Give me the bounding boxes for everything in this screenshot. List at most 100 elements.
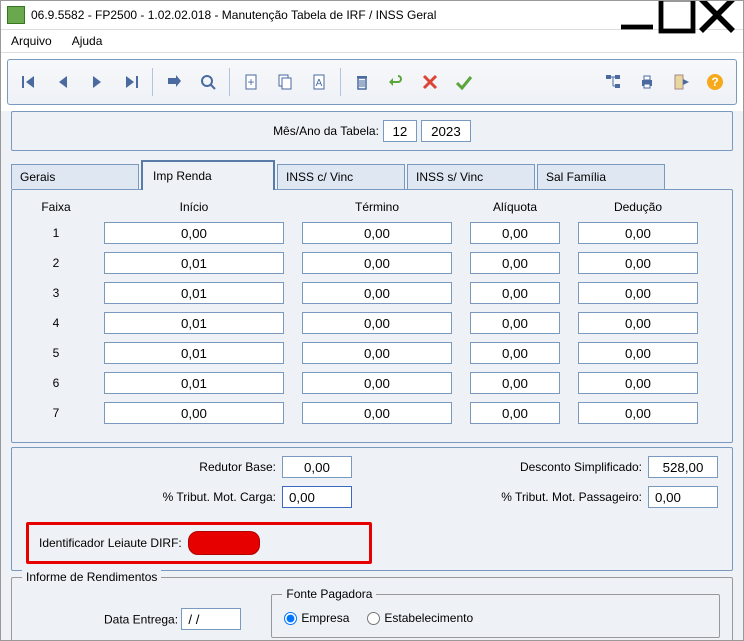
deducao-input[interactable]	[578, 282, 698, 304]
first-button[interactable]	[14, 67, 44, 97]
delete-button[interactable]	[347, 67, 377, 97]
grid-header: Faixa Início Término Alíquota Dedução	[26, 200, 718, 214]
fonte-legend: Fonte Pagadora	[282, 587, 376, 601]
termino-input[interactable]	[302, 402, 452, 424]
last-button[interactable]	[116, 67, 146, 97]
table-row: 6	[26, 372, 718, 394]
inicio-input[interactable]	[104, 342, 284, 364]
table-row: 1	[26, 222, 718, 244]
dirf-highlight: Identificador Leiaute DIRF:	[26, 522, 372, 564]
exit-button[interactable]	[666, 67, 696, 97]
deducao-input[interactable]	[578, 372, 698, 394]
dirf-input[interactable]	[188, 531, 260, 555]
aliquota-input[interactable]	[470, 222, 560, 244]
radio-estab[interactable]: Estabelecimento	[367, 611, 473, 625]
aliquota-input[interactable]	[470, 252, 560, 274]
tab-sal-familia[interactable]: Sal Família	[537, 164, 665, 189]
header-panel: Mês/Ano da Tabela:	[11, 111, 733, 151]
data-entrega-input[interactable]	[181, 608, 241, 630]
deducao-input[interactable]	[578, 402, 698, 424]
radio-empresa[interactable]: Empresa	[284, 611, 349, 625]
inicio-input[interactable]	[104, 402, 284, 424]
menu-ajuda[interactable]: Ajuda	[66, 32, 109, 50]
inicio-input[interactable]	[104, 312, 284, 334]
trib-carga-input[interactable]	[282, 486, 352, 508]
app-icon	[7, 6, 25, 24]
prev-button[interactable]	[48, 67, 78, 97]
search-button[interactable]	[193, 67, 223, 97]
print-button[interactable]	[632, 67, 662, 97]
undo-button[interactable]	[381, 67, 411, 97]
table-row: 2	[26, 252, 718, 274]
data-entrega-label: Data Entrega:	[104, 613, 178, 627]
redutor-input[interactable]	[282, 456, 352, 478]
row-num: 3	[26, 286, 86, 300]
minimize-button[interactable]	[617, 1, 657, 29]
window-title: 06.9.5582 - FP2500 - 1.02.02.018 - Manut…	[31, 8, 617, 22]
deducao-input[interactable]	[578, 342, 698, 364]
maximize-button[interactable]	[657, 1, 697, 29]
trib-pass-label: % Tribut. Mot. Passageiro:	[501, 490, 642, 504]
aliquota-input[interactable]	[470, 372, 560, 394]
termino-input[interactable]	[302, 372, 452, 394]
next-button[interactable]	[82, 67, 112, 97]
tree-button[interactable]	[598, 67, 628, 97]
aliquota-input[interactable]	[470, 312, 560, 334]
mes-input[interactable]	[383, 120, 417, 142]
inicio-input[interactable]	[104, 252, 284, 274]
aliquota-input[interactable]	[470, 342, 560, 364]
aliquota-input[interactable]	[470, 282, 560, 304]
goto-button[interactable]	[159, 67, 189, 97]
titlebar: 06.9.5582 - FP2500 - 1.02.02.018 - Manut…	[1, 1, 743, 30]
row-num: 2	[26, 256, 86, 270]
desc-simpl-input[interactable]	[648, 456, 718, 478]
inicio-input[interactable]	[104, 372, 284, 394]
menu-arquivo[interactable]: Arquivo	[5, 32, 58, 50]
row-num: 1	[26, 226, 86, 240]
deducao-input[interactable]	[578, 252, 698, 274]
trib-pass-input[interactable]	[648, 486, 718, 508]
trib-carga-label: % Tribut. Mot. Carga:	[163, 490, 276, 504]
termino-input[interactable]	[302, 222, 452, 244]
app-window: 06.9.5582 - FP2500 - 1.02.02.018 - Manut…	[0, 0, 744, 641]
desc-simpl-label: Desconto Simplificado:	[520, 460, 642, 474]
new-button[interactable]: +	[236, 67, 266, 97]
cancel-button[interactable]	[415, 67, 445, 97]
table-row: 5	[26, 342, 718, 364]
informe-legend: Informe de Rendimentos	[22, 570, 161, 584]
row-num: 6	[26, 376, 86, 390]
edit-button[interactable]: A	[304, 67, 334, 97]
deducao-input[interactable]	[578, 312, 698, 334]
table-row: 7	[26, 402, 718, 424]
tab-imp-renda[interactable]: Imp Renda	[141, 160, 275, 190]
termino-input[interactable]	[302, 342, 452, 364]
termino-input[interactable]	[302, 282, 452, 304]
row-num: 7	[26, 406, 86, 420]
row-num: 4	[26, 316, 86, 330]
termino-input[interactable]	[302, 312, 452, 334]
table-row: 3	[26, 282, 718, 304]
col-termino: Término	[302, 200, 452, 214]
confirm-button[interactable]	[449, 67, 479, 97]
col-aliquota: Alíquota	[470, 200, 560, 214]
tab-inss-c-vinc[interactable]: INSS c/ Vinc	[277, 164, 405, 189]
tab-inss-s-vinc[interactable]: INSS s/ Vinc	[407, 164, 535, 189]
deducao-input[interactable]	[578, 222, 698, 244]
copy-button[interactable]	[270, 67, 300, 97]
svg-text:A: A	[316, 78, 323, 89]
inicio-input[interactable]	[104, 282, 284, 304]
aliquota-input[interactable]	[470, 402, 560, 424]
table-row: 4	[26, 312, 718, 334]
informe-fieldset: Informe de Rendimentos Data Entrega: Fon…	[11, 577, 733, 641]
close-button[interactable]	[697, 1, 737, 29]
help-button[interactable]: ?	[700, 67, 730, 97]
tab-gerais[interactable]: Gerais	[11, 164, 139, 189]
mesano-label: Mês/Ano da Tabela:	[273, 124, 379, 138]
inicio-input[interactable]	[104, 222, 284, 244]
col-faixa: Faixa	[26, 200, 86, 214]
extras-panel: Redutor Base: Desconto Simplificado: % T…	[11, 447, 733, 571]
tab-strip: Gerais Imp Renda INSS c/ Vinc INSS s/ Vi…	[11, 159, 733, 189]
row-num: 5	[26, 346, 86, 360]
ano-input[interactable]	[421, 120, 471, 142]
termino-input[interactable]	[302, 252, 452, 274]
